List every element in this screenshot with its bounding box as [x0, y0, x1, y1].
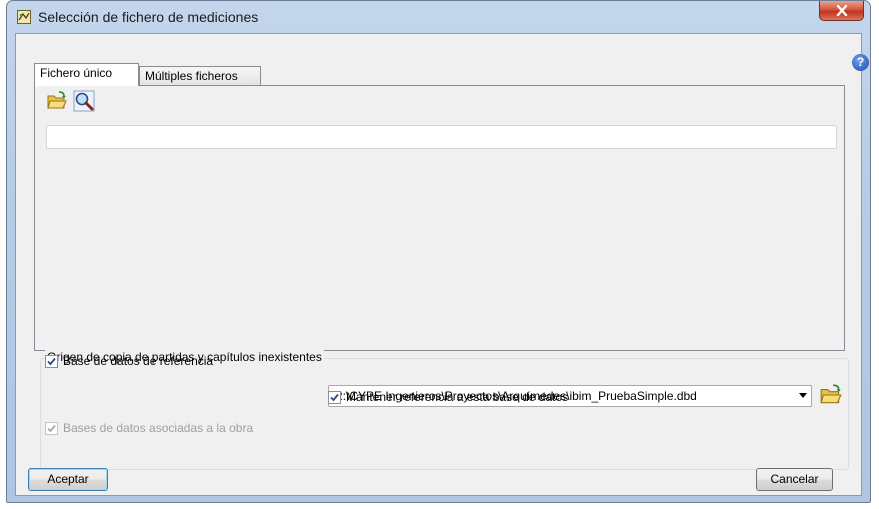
title-bar[interactable]: Selección de fichero de mediciones	[7, 1, 870, 33]
help-icon[interactable]: ?	[852, 54, 869, 71]
close-button[interactable]	[819, 1, 864, 21]
keep-reference-checkbox[interactable]: Mantener referencia a esta base de datos	[328, 390, 568, 404]
accept-button[interactable]: Aceptar	[28, 468, 108, 491]
reference-db-checkbox[interactable]: Base de datos de referencia	[45, 354, 213, 368]
folder-open-icon	[820, 384, 842, 404]
open-file-button[interactable]	[46, 90, 68, 112]
checkmark-icon	[47, 357, 56, 365]
single-file-panel	[34, 85, 845, 351]
reference-db-label: Base de datos de referencia	[63, 354, 214, 368]
folder-open-icon	[47, 91, 67, 109]
dialog-client-area: ? Fichero único Múltiples ficheros Orige…	[15, 33, 869, 496]
checkmark-icon	[47, 424, 56, 432]
checkmark-icon	[330, 393, 339, 401]
tab-single-file-label: Fichero único	[40, 66, 113, 80]
associated-dbs-label: Bases de datos asociadas a la obra	[63, 421, 254, 435]
file-path-input[interactable]	[46, 125, 837, 149]
reference-db-checkbox-box[interactable]	[45, 354, 58, 368]
magnifier-icon	[73, 90, 95, 112]
cancel-button[interactable]: Cancelar	[756, 468, 833, 491]
origin-groupbox	[40, 358, 849, 470]
window-title: Selección de fichero de mediciones	[38, 9, 259, 25]
associated-dbs-checkbox: Bases de datos asociadas a la obra	[45, 421, 253, 435]
keep-reference-checkbox-box[interactable]	[328, 390, 341, 404]
dialog-window: Selección de fichero de mediciones ? Fic…	[6, 0, 871, 503]
search-file-button[interactable]	[73, 90, 95, 112]
browse-db-button[interactable]	[819, 383, 843, 407]
keep-reference-label: Mantener referencia a esta base de datos	[346, 390, 569, 404]
tab-multiple-files[interactable]: Múltiples ficheros	[139, 66, 261, 86]
app-icon	[17, 10, 31, 24]
tab-multiple-files-label: Múltiples ficheros	[145, 69, 238, 83]
tab-single-file[interactable]: Fichero único	[34, 63, 139, 86]
chevron-down-icon[interactable]	[799, 393, 807, 398]
associated-dbs-checkbox-box	[45, 421, 58, 435]
close-icon	[836, 5, 848, 16]
